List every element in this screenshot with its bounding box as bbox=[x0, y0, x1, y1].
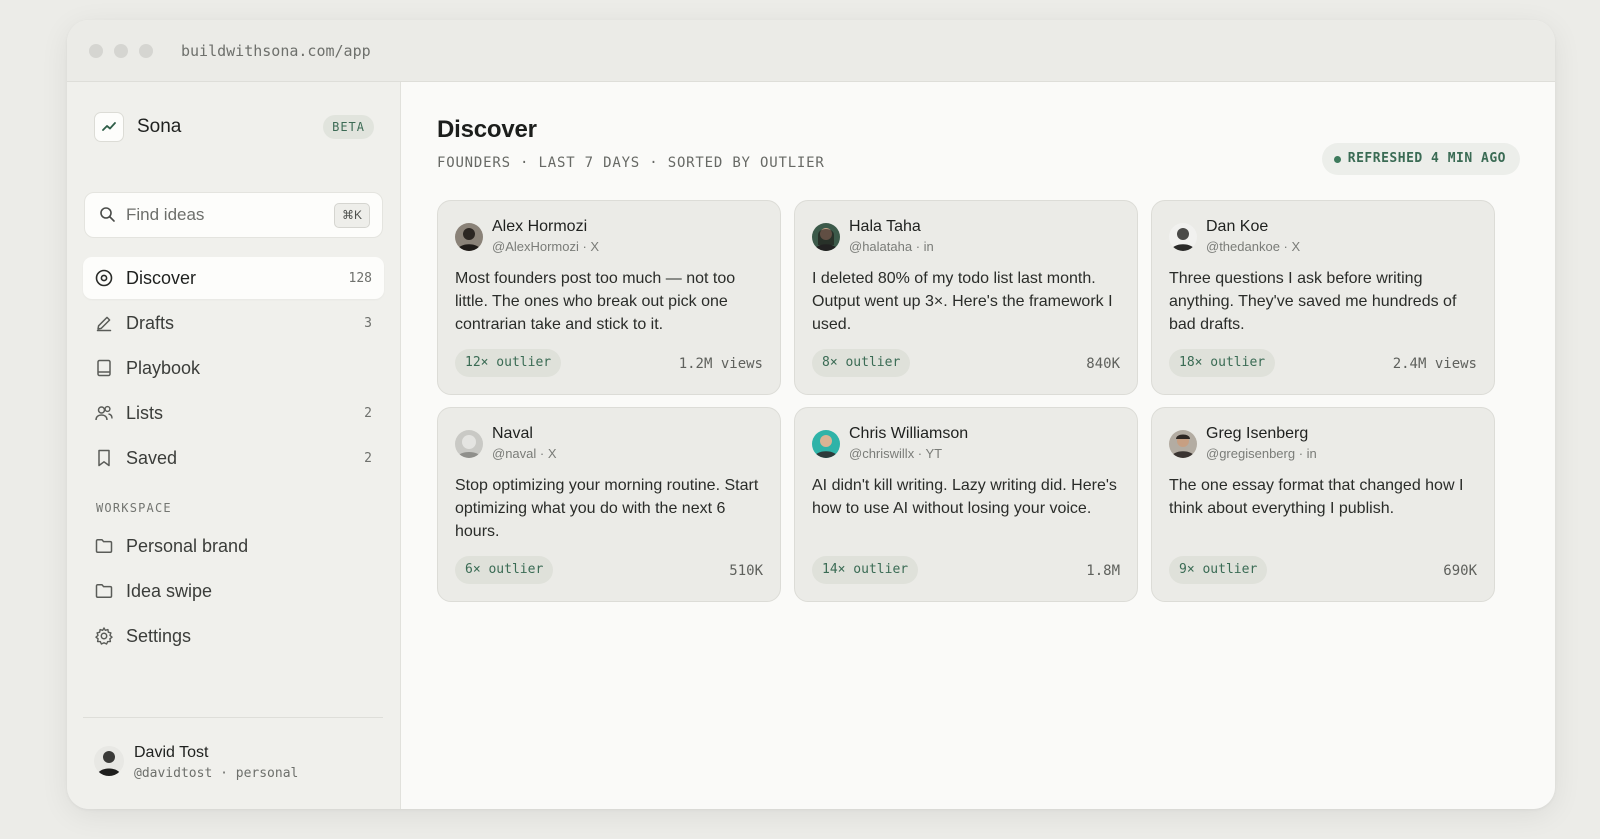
window-minimize-dot[interactable] bbox=[114, 44, 128, 58]
nav-label: Personal brand bbox=[126, 535, 249, 556]
post-text: AI didn't kill writing. Lazy writing did… bbox=[812, 477, 1117, 517]
author-name: Alex Hormozi bbox=[492, 218, 588, 235]
view-count: 1.2M views bbox=[678, 356, 763, 372]
nav-item-personal-brand[interactable]: Personal brand bbox=[83, 525, 384, 567]
avatar bbox=[455, 430, 483, 458]
nav-item-discover[interactable]: Discover 128 bbox=[83, 257, 384, 299]
nav-label: Saved bbox=[126, 447, 178, 468]
search-box[interactable]: ⌘K bbox=[84, 192, 383, 238]
brand-name: Sona bbox=[137, 116, 182, 137]
search-input[interactable] bbox=[126, 193, 326, 237]
nav-label: Lists bbox=[126, 402, 164, 423]
workspace-nav: Personal brand Idea swipe Settings bbox=[83, 525, 384, 660]
view-count: 840K bbox=[1086, 356, 1120, 372]
post-text: I deleted 80% of my todo list last month… bbox=[812, 270, 1113, 333]
view-count: 690K bbox=[1443, 563, 1477, 579]
post-text: Three questions I ask before writing any… bbox=[1169, 270, 1457, 333]
sidebar: Sona BETA ⌘K Discover 128 Drafts bbox=[67, 82, 401, 809]
search-shortcut: ⌘K bbox=[333, 203, 370, 228]
window-zoom-dot[interactable] bbox=[139, 44, 153, 58]
pencil-icon bbox=[94, 313, 114, 333]
book-icon bbox=[94, 358, 114, 378]
idea-card[interactable]: Naval @naval · X Stop optimizing your mo… bbox=[437, 407, 781, 602]
browser-titlebar: buildwithsona.com/app bbox=[67, 20, 1555, 82]
nav-count: 2 bbox=[364, 405, 372, 421]
page-subtitle: FOUNDERS · LAST 7 DAYS · SORTED BY OUTLI… bbox=[437, 155, 825, 171]
avatar bbox=[94, 746, 124, 776]
folder-icon bbox=[94, 536, 114, 556]
status-dot-icon bbox=[1333, 156, 1341, 163]
nav-item-settings[interactable]: Settings bbox=[83, 615, 384, 657]
idea-card[interactable]: Greg Isenberg @gregisenberg · in The one… bbox=[1151, 407, 1495, 602]
avatar bbox=[812, 223, 840, 251]
author-handle: @halataha · in bbox=[849, 239, 934, 254]
post-text: Stop optimizing your morning routine. St… bbox=[455, 477, 759, 540]
trend-logo-icon bbox=[94, 112, 124, 142]
avatar bbox=[1169, 430, 1197, 458]
refresh-status-label: REFRESHED 4 MIN AGO bbox=[1347, 151, 1506, 166]
discover-icon bbox=[94, 268, 114, 288]
search-icon bbox=[99, 206, 116, 228]
nav-label: Discover bbox=[126, 267, 197, 288]
primary-nav: Discover 128 Drafts 3 Playbook Lists 2 S… bbox=[83, 257, 384, 482]
post-text: Most founders post too much — not too li… bbox=[455, 270, 736, 333]
outlier-badge: 18× outlier bbox=[1169, 349, 1276, 377]
nav-label: Drafts bbox=[126, 312, 175, 333]
user-handle: @davidtost · personal bbox=[134, 766, 299, 781]
avatar bbox=[1169, 223, 1197, 251]
author-name: Naval bbox=[492, 425, 533, 442]
nav-count: 128 bbox=[348, 270, 372, 286]
gear-icon bbox=[94, 626, 114, 646]
nav-item-drafts[interactable]: Drafts 3 bbox=[83, 302, 384, 344]
main-content: Discover FOUNDERS · LAST 7 DAYS · SORTED… bbox=[401, 82, 1555, 809]
author-name: Greg Isenberg bbox=[1206, 425, 1309, 442]
idea-card[interactable]: Chris Williamson @chriswillx · YT AI did… bbox=[794, 407, 1138, 602]
users-icon bbox=[94, 403, 114, 423]
refresh-status-badge: REFRESHED 4 MIN AGO bbox=[1321, 143, 1520, 175]
user-name: David Tost bbox=[134, 744, 209, 761]
outlier-badge: 12× outlier bbox=[455, 349, 562, 377]
page-title: Discover bbox=[437, 116, 537, 143]
nav-label: Playbook bbox=[126, 357, 201, 378]
idea-card[interactable]: Dan Koe @thedankoe · X Three questions I… bbox=[1151, 200, 1495, 395]
nav-item-saved[interactable]: Saved 2 bbox=[83, 437, 384, 479]
author-handle: @chriswillx · YT bbox=[849, 446, 943, 461]
author-handle: @AlexHormozi · X bbox=[492, 239, 600, 254]
user-profile[interactable]: David Tost @davidtost · personal bbox=[94, 742, 384, 786]
author-name: Hala Taha bbox=[849, 218, 921, 235]
view-count: 510K bbox=[729, 563, 763, 579]
author-handle: @thedankoe · X bbox=[1206, 239, 1301, 254]
nav-item-playbook[interactable]: Playbook bbox=[83, 347, 384, 389]
author-handle: @gregisenberg · in bbox=[1206, 446, 1317, 461]
outlier-badge: 6× outlier bbox=[455, 556, 554, 584]
avatar bbox=[455, 223, 483, 251]
author-name: Dan Koe bbox=[1206, 218, 1269, 235]
outlier-badge: 9× outlier bbox=[1169, 556, 1268, 584]
bookmark-icon bbox=[94, 448, 114, 468]
idea-card[interactable]: Hala Taha @halataha · in I deleted 80% o… bbox=[794, 200, 1138, 395]
view-count: 2.4M views bbox=[1392, 356, 1477, 372]
folder-icon bbox=[94, 581, 114, 601]
nav-item-idea-swipe[interactable]: Idea swipe bbox=[83, 570, 384, 612]
author-name: Chris Williamson bbox=[849, 425, 969, 442]
outlier-badge: 14× outlier bbox=[812, 556, 919, 584]
nav-count: 3 bbox=[364, 315, 372, 331]
avatar bbox=[812, 430, 840, 458]
sidebar-divider bbox=[83, 717, 383, 718]
author-handle: @naval · X bbox=[492, 446, 557, 461]
beta-badge: BETA bbox=[323, 115, 374, 139]
outlier-badge: 8× outlier bbox=[812, 349, 911, 377]
nav-count: 2 bbox=[364, 450, 372, 466]
address-bar[interactable]: buildwithsona.com/app bbox=[181, 42, 371, 60]
post-text: The one essay format that changed how I … bbox=[1169, 477, 1464, 517]
nav-item-lists[interactable]: Lists 2 bbox=[83, 392, 384, 434]
view-count: 1.8M bbox=[1086, 563, 1120, 579]
window-close-dot[interactable] bbox=[89, 44, 103, 58]
nav-label: Idea swipe bbox=[126, 580, 213, 601]
nav-label: Settings bbox=[126, 625, 192, 646]
idea-card[interactable]: Alex Hormozi @AlexHormozi · X Most found… bbox=[437, 200, 781, 395]
app-window: buildwithsona.com/app Sona BETA ⌘K Disco… bbox=[67, 20, 1555, 809]
brand: Sona BETA bbox=[94, 112, 374, 144]
workspace-heading: WORKSPACE bbox=[96, 501, 172, 515]
